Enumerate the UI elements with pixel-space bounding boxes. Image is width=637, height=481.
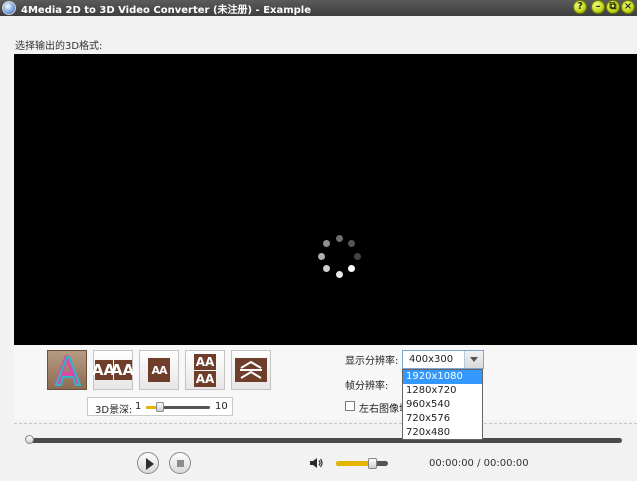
- time-total: 00:00:00: [483, 458, 529, 469]
- resolution-option[interactable]: 1280x720: [403, 384, 482, 398]
- depth-slider-thumb[interactable]: [156, 402, 165, 412]
- volume-slider-fill: [336, 461, 373, 466]
- volume-slider[interactable]: [336, 458, 388, 469]
- mode-side-by-side-button[interactable]: AA AA: [91, 350, 134, 390]
- resolution-dropdown-button[interactable]: [464, 351, 483, 368]
- depth-min-label: 1: [135, 401, 142, 412]
- aa-side-by-side-icon: AA: [91, 360, 116, 380]
- minimize-icon: –: [595, 1, 601, 12]
- spinner-dot: [348, 265, 356, 273]
- speaker-icon[interactable]: [309, 457, 323, 469]
- spinner-dot: [335, 234, 343, 242]
- depth-label: 3D景深:: [95, 405, 133, 416]
- help-button[interactable]: ?: [573, 0, 587, 14]
- mode-side-by-side-half-button[interactable]: AA: [139, 350, 179, 390]
- spinner-dot: [317, 252, 325, 260]
- close-icon: ×: [623, 1, 633, 12]
- depth-slider[interactable]: [146, 402, 210, 412]
- anaglyph-a-icon: [54, 355, 82, 386]
- resolution-option[interactable]: 960x540: [403, 398, 482, 412]
- resolution-option[interactable]: 1920x1080: [403, 370, 482, 384]
- video-preview: [14, 54, 637, 345]
- mode-anaglyph-button[interactable]: [47, 350, 87, 390]
- loading-spinner-icon: [313, 230, 365, 282]
- resolution-dropdown-list: 1920x1080 1280x720 960x540 720x576 720x4…: [402, 369, 483, 440]
- spinner-dot: [322, 239, 330, 247]
- resolution-select[interactable]: 400x300: [402, 350, 484, 369]
- play-button[interactable]: [137, 452, 159, 474]
- spinner-dot: [348, 239, 356, 247]
- divider: [14, 423, 637, 424]
- framerate-label: 帧分辨率:: [345, 381, 389, 392]
- resolution-select-value: 400x300: [409, 354, 454, 365]
- depth-control: 3D景深: 1 10: [87, 397, 233, 416]
- interlaced-icon: [235, 358, 267, 382]
- mode-top-bottom-button[interactable]: AA AA: [185, 350, 225, 390]
- title-bar[interactable]: 4Media 2D to 3D Video Converter (未注册) - …: [0, 0, 637, 16]
- spinner-dot: [335, 270, 343, 278]
- resolution-option[interactable]: 720x576: [403, 412, 482, 426]
- time-separator: /: [477, 458, 481, 469]
- chevron-down-icon: [470, 357, 478, 362]
- aa-side-by-side-half-icon: AA: [148, 358, 170, 382]
- volume-slider-thumb[interactable]: [368, 458, 378, 469]
- close-button[interactable]: ×: [621, 0, 635, 14]
- spinner-dot: [353, 252, 361, 260]
- depth-max-label: 10: [215, 401, 228, 412]
- minimize-button[interactable]: –: [591, 0, 605, 14]
- stop-button[interactable]: [169, 452, 191, 474]
- spinner-dot: [322, 265, 330, 273]
- window-title: 4Media 2D to 3D Video Converter (未注册) - …: [21, 5, 312, 16]
- time-display: 00:00:00 / 00:00:00: [429, 458, 529, 469]
- resolution-option[interactable]: 720x480: [403, 426, 482, 440]
- swap-lr-label[interactable]: 左右图像切换: [359, 400, 403, 415]
- format-section-label: 选择输出的3D格式:: [15, 41, 103, 52]
- seek-thumb[interactable]: [25, 435, 34, 444]
- restore-icon: ⧉: [609, 1, 617, 12]
- mode-interlaced-button[interactable]: [231, 350, 271, 390]
- resolution-label: 显示分辨率:: [345, 356, 399, 367]
- stop-icon: [177, 460, 184, 467]
- aa-top-bottom-icon: AA: [194, 353, 216, 370]
- help-icon: ?: [577, 1, 583, 12]
- restore-button[interactable]: ⧉: [606, 0, 620, 14]
- seek-bar[interactable]: [28, 438, 622, 443]
- play-icon: [146, 458, 154, 470]
- time-current: 00:00:00: [429, 458, 474, 469]
- app-logo-icon: [2, 1, 16, 15]
- swap-lr-checkbox[interactable]: [345, 401, 355, 411]
